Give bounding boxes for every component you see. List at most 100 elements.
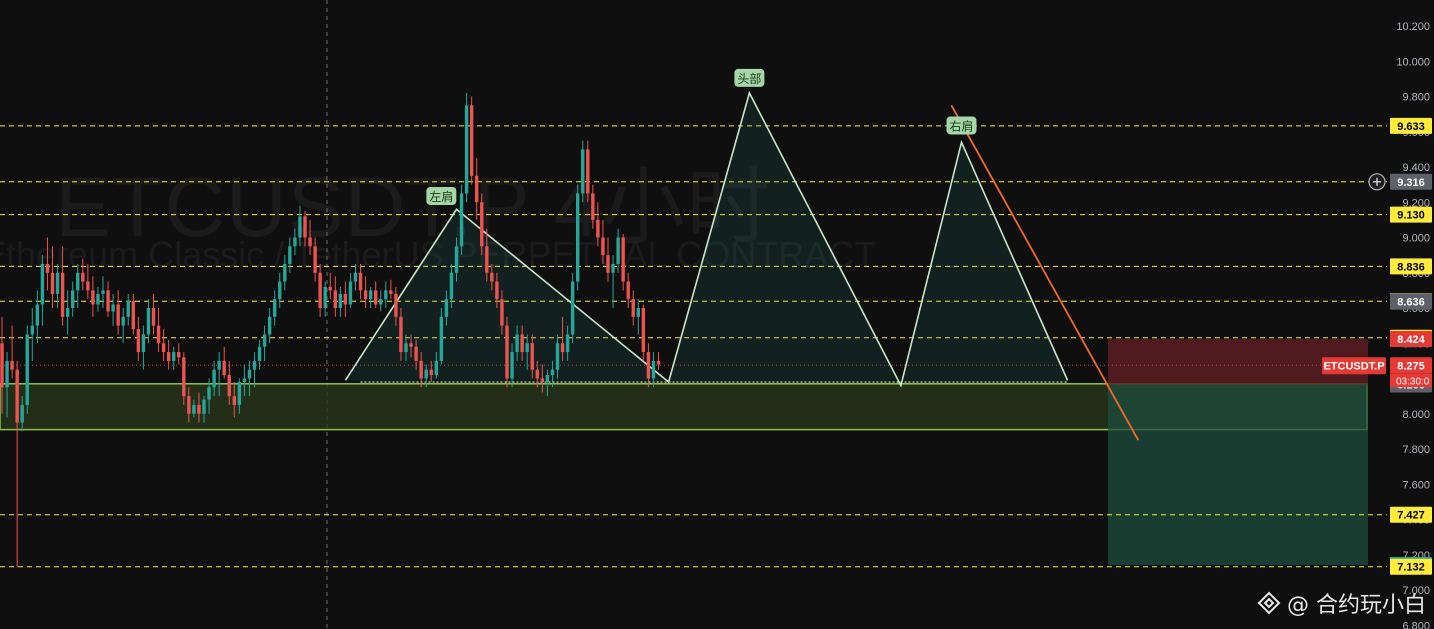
candle [126,293,130,326]
candle [45,237,50,291]
candle-body [86,281,90,291]
candle-body [621,237,625,282]
candle-body [485,246,489,273]
candle [656,352,661,370]
axis-tag-9.316[interactable]: 9.316 [1390,173,1432,190]
add-alert-button[interactable] [1368,173,1386,191]
axis-tag-8.275[interactable]: 8.275 [1390,357,1432,374]
axis-tag-9.633[interactable]: 9.633 [1390,117,1432,134]
axis-tag-text: 7.132 [1397,562,1425,574]
candle [25,325,29,414]
candle-body [65,308,70,317]
candle [384,281,388,308]
axis-tag-9.130[interactable]: 9.130 [1390,206,1432,223]
candle [313,237,317,282]
candle [363,276,368,308]
candle-body [308,237,312,247]
axis-tag-8.836[interactable]: 8.836 [1390,258,1432,275]
candle-body [490,272,494,282]
candle-body [565,334,570,353]
candle-body [540,378,545,383]
candle-body [0,343,4,388]
candle [172,346,176,370]
axis-tag-7.427[interactable]: 7.427 [1390,506,1432,523]
candle-body [616,237,620,264]
brand-handle: @ 合约玩小白 [1287,593,1426,618]
candle [86,263,90,300]
candle-body [96,293,100,305]
y-tick-label: 10.200 [1396,21,1430,33]
candle-body [273,299,277,317]
candle [278,272,282,308]
candle-body [217,360,221,370]
candle-body [414,346,418,361]
candle-body [495,281,499,300]
candle-body [106,290,110,312]
candle [621,233,625,291]
candle-body [389,290,393,294]
price-chart[interactable]: 左肩 头部右肩 ETCUSDT.P 10.20010.0009.8009.6009.… [0,0,1434,629]
candle-body [429,369,433,375]
candle-body [611,263,615,273]
candle-body [353,272,358,282]
candle-body [374,290,378,305]
y-tick-label: 6.800 [1402,620,1430,629]
candle-body [323,286,327,308]
candle [111,293,115,326]
candle-body [581,149,585,194]
axis-tag-8.424[interactable]: 8.424 [1390,331,1432,348]
candle-body [177,352,181,358]
candle-body [510,352,514,379]
candle-body [71,290,75,308]
candle [318,263,322,317]
candle-body [560,343,565,353]
candle-body [182,357,186,397]
candle-body [202,399,206,414]
candle-body [601,237,605,256]
candle-body [20,404,24,423]
candle-body [384,290,388,300]
candle [151,293,156,335]
pattern-label-1[interactable]: 头部 [734,68,765,87]
candle [308,219,312,256]
candle-body [480,202,484,247]
y-tick-label: 9.800 [1402,92,1430,104]
candle [641,304,646,361]
candle-body [222,360,226,375]
axis-tag-text: 9.316 [1397,177,1425,189]
candle-body [586,149,590,194]
candle-body [111,304,115,312]
candle-body [343,293,348,305]
candle [576,184,580,291]
symbol-price-tag[interactable]: ETCUSDT.P [1322,357,1386,375]
axis-tag-text: 8.424 [1397,334,1425,346]
candle-body [399,316,403,353]
candle-body [333,290,337,308]
candle [480,193,484,256]
candle [252,352,257,388]
axis-tag-8.636[interactable]: 8.636 [1390,293,1432,310]
pattern-label-2[interactable]: 右肩 [946,116,977,135]
pattern-label-0[interactable]: 左肩 [426,186,457,205]
candle [116,290,120,335]
candle [156,308,161,353]
candle [71,281,75,317]
head-shoulders-pattern[interactable] [344,90,1069,388]
candle [141,325,146,370]
candle [262,325,267,361]
candle-body [166,352,171,361]
candle-body [555,343,560,370]
candle-body [303,216,307,238]
candle-body [293,237,297,247]
axis-tag-7.132[interactable]: 7.132 [1390,558,1432,575]
pattern-label-text: 头部 [737,71,761,86]
candle-body [515,334,519,353]
candle-body [136,329,141,353]
price-axis[interactable]: 10.20010.0009.8009.6009.4009.2009.0008.8… [1368,0,1434,629]
candle [35,290,40,344]
candle [298,205,302,247]
candle-body [651,360,656,379]
candle-body [197,404,201,414]
axis-tag-text: 7.427 [1397,510,1425,522]
candle-body [15,369,19,423]
